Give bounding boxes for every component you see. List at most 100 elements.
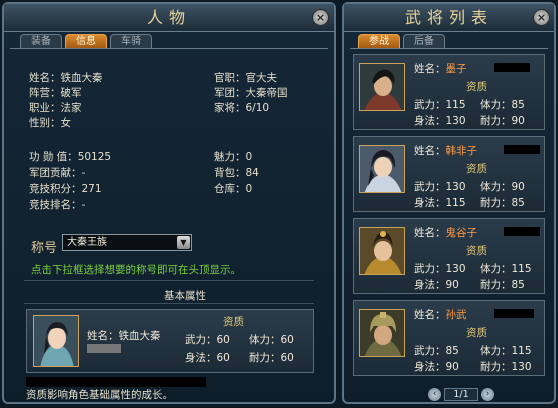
general-card[interactable]: 姓名：墨子 资质 武力：115 体力：85 身法：130 耐力：90 [353, 54, 545, 130]
general-shenfa: 身法：115 [414, 197, 466, 209]
general-shenfa-value: 115 [445, 197, 466, 209]
pager: ‹ 1/1 › [428, 388, 498, 402]
general-wuli-value: 85 [445, 345, 459, 357]
general-tili-value: 90 [511, 181, 525, 193]
title-select-value: 大秦王族 [67, 237, 107, 248]
general-shenfa: 身法：130 [414, 115, 466, 127]
char-shenfa-value: 60 [216, 352, 230, 364]
storage-value: 0 [245, 183, 253, 195]
general-name: 姓名：鬼谷子 [414, 227, 478, 239]
general-quality-label: 资质 [466, 81, 487, 93]
general-name-value: 孙武 [445, 309, 467, 321]
job-row: 职业：法家 [29, 102, 82, 114]
general-shenfa-value: 130 [445, 115, 466, 127]
panel-title: 武将列表 [344, 4, 554, 32]
contrib-value: - [81, 167, 86, 179]
generals-row: 家将：6/10 [214, 102, 270, 114]
general-portrait [359, 63, 405, 111]
general-tili: 体力：90 [480, 181, 525, 193]
char-wuli-value: 60 [216, 334, 230, 346]
char-tili: 体力：60 [249, 334, 294, 346]
general-wuli: 武力：115 [414, 99, 466, 111]
general-name-value: 墨子 [445, 63, 467, 75]
close-icon[interactable]: × [533, 9, 550, 26]
general-shenfa-value: 90 [445, 361, 459, 373]
redacted-block [504, 145, 540, 154]
tab-reserve[interactable]: 后备 [403, 34, 445, 48]
footer-hint: 资质影响角色基础属性的成长。 [26, 389, 173, 401]
merit-value: 50125 [77, 151, 112, 163]
job-value: 法家 [60, 102, 82, 114]
general-quality-label: 资质 [466, 245, 487, 257]
tab-chariot[interactable]: 车骑 [110, 34, 152, 48]
tab-divider [10, 48, 328, 49]
charm-value: 0 [245, 151, 253, 163]
general-card[interactable]: 姓名：韩非子 资质 武力：130 体力：90 身法：115 耐力：85 [353, 136, 545, 212]
general-tili-value: 115 [511, 263, 532, 275]
chevron-down-icon[interactable]: ▼ [177, 236, 190, 249]
redacted-block [26, 377, 206, 387]
section-title: 基本属性 [164, 290, 206, 302]
rank-value: 官大夫 [245, 72, 278, 84]
general-name-value: 韩非子 [445, 145, 478, 157]
general-wuli-value: 130 [445, 263, 466, 275]
general-naili: 耐力：130 [480, 361, 532, 373]
panel-title: 人物 [4, 4, 334, 32]
divider [24, 303, 314, 304]
general-shenfa: 身法：90 [414, 279, 459, 291]
general-portrait [359, 145, 405, 193]
general-naili-value: 85 [511, 279, 525, 291]
close-icon[interactable]: × [312, 9, 329, 26]
general-naili-value: 85 [511, 197, 525, 209]
legion-row: 军团：大秦帝国 [214, 87, 288, 99]
charm-row: 魅力：0 [214, 151, 253, 163]
name-value: 铁血大秦 [60, 72, 103, 84]
character-card: 姓名：铁血大秦 资质 武力：60 体力：60 身法：60 耐力：60 [26, 309, 314, 373]
tab-active-duty[interactable]: 参战 [358, 34, 400, 48]
character-portrait [33, 315, 79, 367]
tab-divider [350, 48, 548, 49]
general-name: 姓名：孙武 [414, 309, 467, 321]
gender-row: 性别：女 [29, 117, 72, 129]
general-quality-label: 资质 [466, 327, 487, 339]
general-name-value: 鬼谷子 [445, 227, 478, 239]
general-naili: 耐力：85 [480, 197, 525, 209]
arena-points-row: 竞技积分：271 [29, 183, 102, 195]
redacted-block [494, 309, 534, 318]
char-name-value: 铁血大秦 [118, 330, 161, 342]
char-naili: 耐力：60 [249, 352, 294, 364]
tab-info[interactable]: 信息 [65, 34, 107, 48]
bag-row: 背包：84 [214, 167, 259, 179]
char-name: 姓名：铁血大秦 [87, 330, 161, 342]
general-name: 姓名：墨子 [414, 63, 467, 75]
char-quality-label: 资质 [223, 316, 244, 328]
tab-equipment[interactable]: 装备 [20, 34, 62, 48]
camp-value: 破军 [60, 87, 82, 99]
name-row: 姓名：铁血大秦 [29, 72, 103, 84]
general-tili: 体力：115 [480, 345, 532, 357]
general-portrait [359, 227, 405, 275]
general-tili-value: 115 [511, 345, 532, 357]
tab-bar: 参战 后备 [358, 34, 445, 48]
redacted-block [504, 227, 540, 236]
rank-row: 官职：官大夫 [214, 72, 278, 84]
general-card[interactable]: 姓名：鬼谷子 资质 武力：130 体力：115 身法：90 耐力：85 [353, 218, 545, 294]
title-label: 称号 [31, 241, 58, 256]
gender-value: 女 [60, 117, 72, 129]
chevron-left-icon[interactable]: ‹ [428, 388, 441, 401]
contrib-row: 军团贡献：- [29, 167, 86, 179]
arena-rank-value: - [81, 199, 86, 211]
char-shenfa: 身法：60 [185, 352, 230, 364]
general-quality-label: 资质 [466, 163, 487, 175]
general-naili: 耐力：85 [480, 279, 525, 291]
page-indicator: 1/1 [444, 388, 478, 401]
chevron-right-icon[interactable]: › [481, 388, 494, 401]
legion-value: 大秦帝国 [245, 87, 288, 99]
general-tili: 体力：85 [480, 99, 525, 111]
general-card[interactable]: 姓名：孙武 资质 武力：85 体力：115 身法：90 耐力：130 [353, 300, 545, 376]
merit-row: 功 勋 值：50125 [29, 151, 112, 163]
redacted-block [494, 63, 530, 72]
title-select[interactable]: 大秦王族 ▼ [62, 234, 192, 251]
camp-row: 阵营：破军 [29, 87, 82, 99]
arena-rank-row: 竞技排名：- [29, 199, 86, 211]
